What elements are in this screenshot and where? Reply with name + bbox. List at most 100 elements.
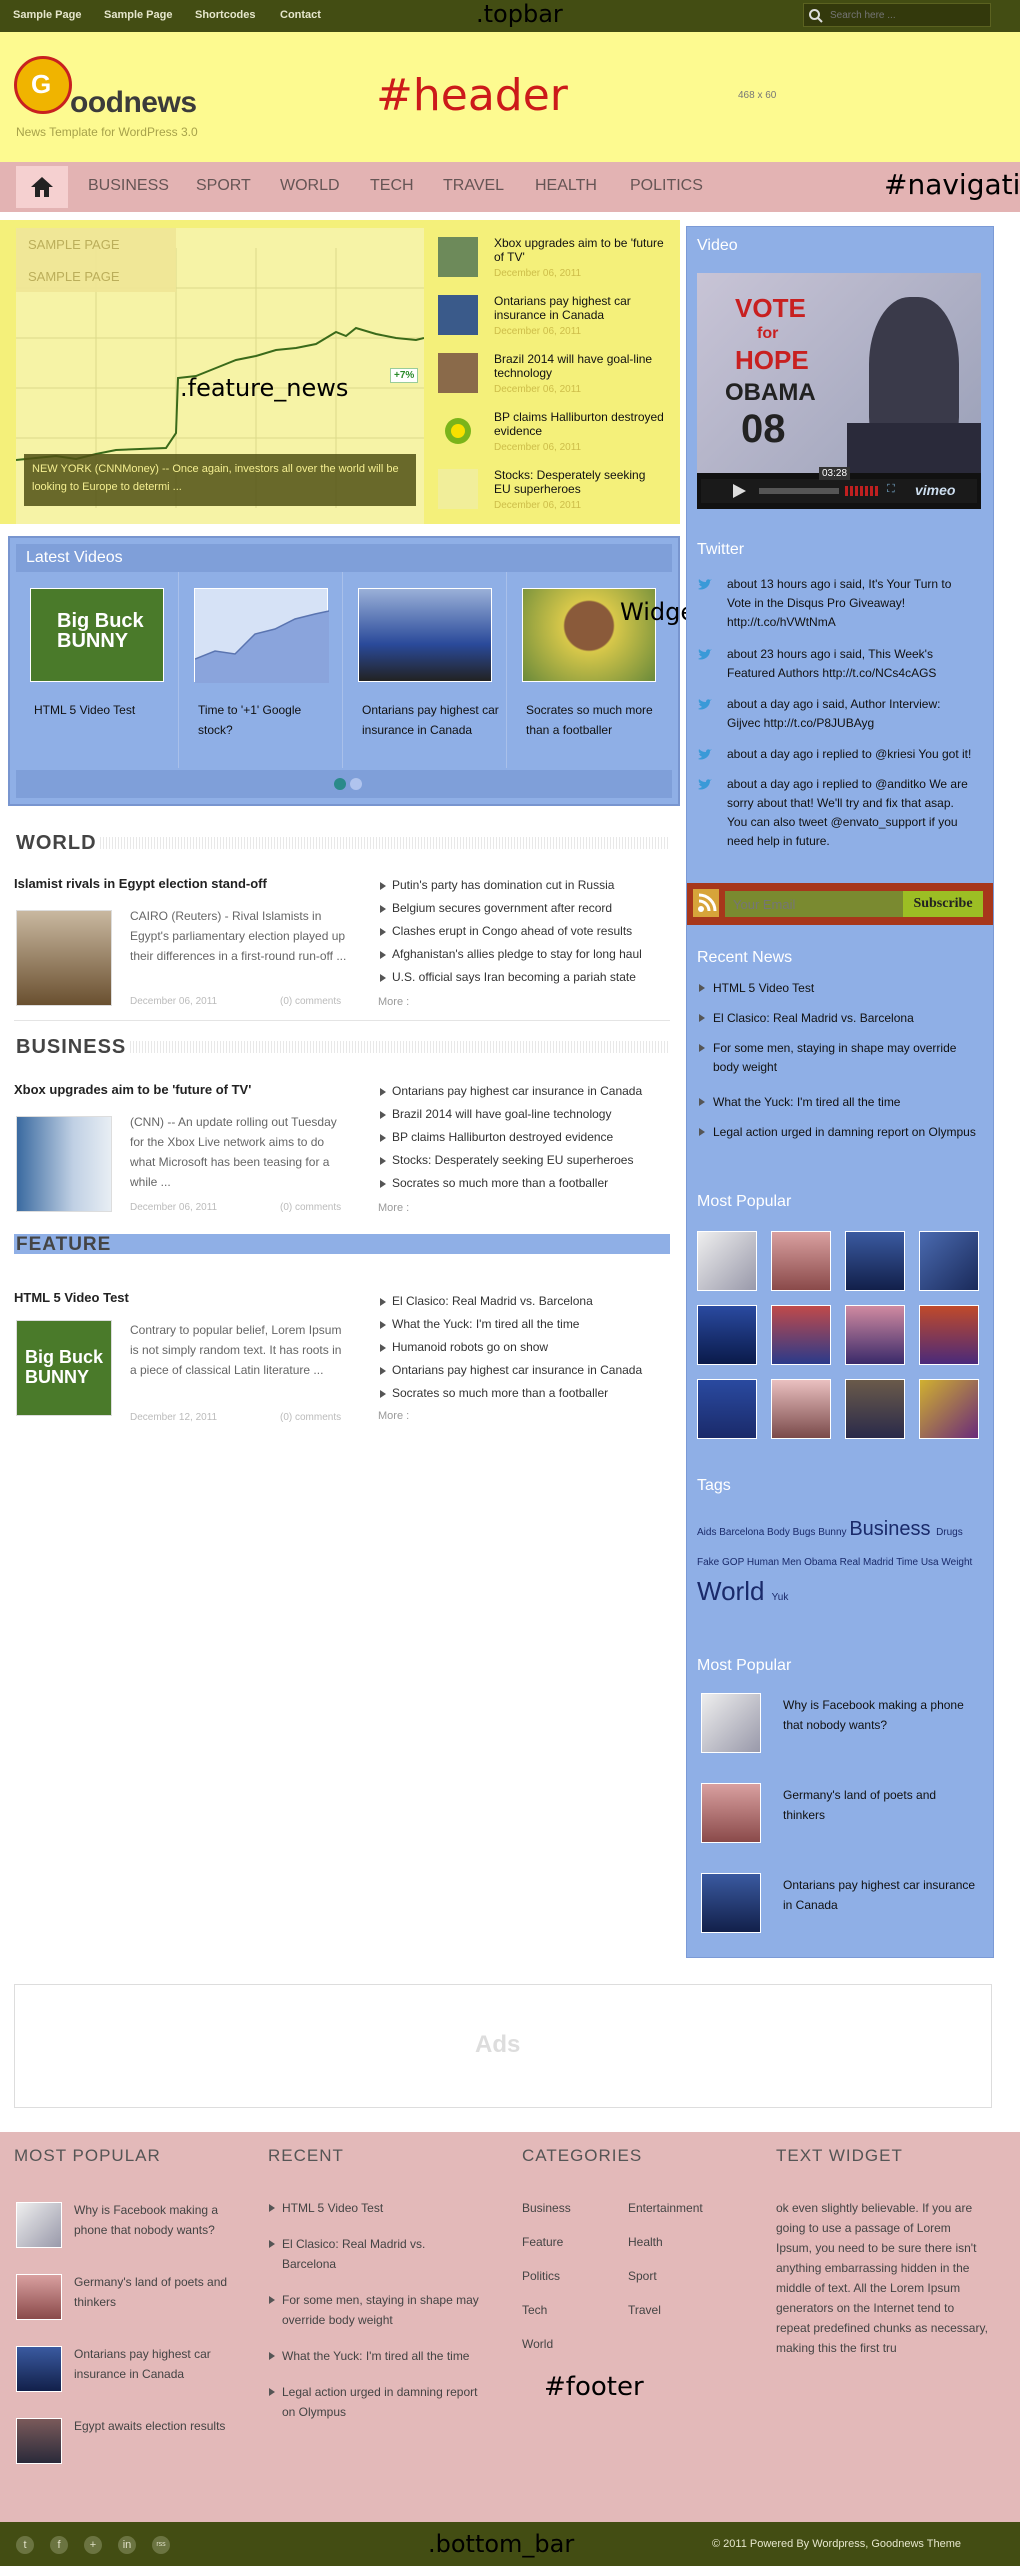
section-link[interactable]: Putin's party has domination cut in Russ…	[378, 878, 668, 901]
linkedin-icon[interactable]: in	[118, 2536, 136, 2554]
feature-list-item[interactable]: BP claims Halliburton destroyed evidence…	[438, 406, 666, 460]
tag-link[interactable]: Obama	[804, 1557, 840, 1568]
article-thumb[interactable]: Big Buck BUNNY	[16, 1320, 112, 1416]
subscribe-email-input[interactable]	[725, 891, 905, 917]
tag-link[interactable]: Men	[782, 1557, 804, 1568]
nav-business[interactable]: BUSINESS	[88, 177, 169, 195]
section-link[interactable]: Ontarians pay highest car insurance in C…	[378, 1363, 668, 1386]
subscribe-button[interactable]: Subscribe	[903, 891, 983, 917]
recent-news-link[interactable]: HTML 5 Video Test	[697, 979, 977, 998]
section-more-link[interactable]: More :	[378, 996, 409, 1008]
fullscreen-icon[interactable]: ⛶	[887, 483, 895, 496]
section-link[interactable]: Humanoid robots go on show	[378, 1340, 668, 1363]
popular-list-title[interactable]: Why is Facebook making a phone that nobo…	[783, 1695, 979, 1735]
footer-popular-link[interactable]: Egypt awaits election results	[74, 2416, 230, 2436]
article-comments[interactable]: (0) comments	[280, 1412, 341, 1423]
feature-list-item[interactable]: Brazil 2014 will have goal-line technolo…	[438, 348, 666, 402]
footer-recent-link[interactable]: Legal action urged in damning report on …	[268, 2382, 482, 2422]
section-link[interactable]: U.S. official says Iran becoming a paria…	[378, 970, 668, 993]
footer-category-link[interactable]: Tech	[522, 2300, 547, 2320]
vimeo-logo[interactable]: vimeo	[915, 482, 955, 498]
section-link[interactable]: Belgium secures government after record	[378, 901, 668, 924]
footer-recent-link[interactable]: HTML 5 Video Test	[268, 2198, 482, 2218]
tag-link[interactable]: Yuk	[772, 1592, 789, 1603]
popular-thumb[interactable]	[845, 1231, 905, 1291]
recent-news-link[interactable]: Legal action urged in damning report on …	[697, 1123, 977, 1142]
section-link[interactable]: Socrates so much more than a footballer	[378, 1386, 668, 1409]
section-link[interactable]: El Clasico: Real Madrid vs. Barcelona	[378, 1294, 668, 1317]
video-player[interactable]: VOTE for HOPE OBAMA 08 03:28 ⛶ vimeo	[697, 273, 981, 509]
recent-news-link[interactable]: What the Yuck: I'm tired all the time	[697, 1093, 977, 1112]
section-more-link[interactable]: More :	[378, 1202, 409, 1214]
nav-world[interactable]: WORLD	[280, 177, 340, 195]
tweet-text[interactable]: about a day ago i said, Author Interview…	[727, 697, 940, 730]
tag-link[interactable]: GOP	[722, 1557, 747, 1568]
popular-thumb[interactable]	[697, 1305, 757, 1365]
pager-dot-active[interactable]	[334, 778, 346, 790]
tweet-text[interactable]: about a day ago i replied to @anditko We…	[727, 777, 968, 848]
tag-link[interactable]: Weight	[941, 1557, 972, 1568]
topbar-link-sample-page[interactable]: Sample Page	[13, 9, 81, 21]
tag-link[interactable]: Real Madrid	[840, 1557, 897, 1568]
article-comments[interactable]: (0) comments	[280, 996, 341, 1007]
nav-dropdown-item-1[interactable]: SAMPLE PAGE	[16, 228, 176, 260]
rss-icon[interactable]	[693, 889, 719, 917]
feature-list-item[interactable]: Ontarians pay highest car insurance in C…	[438, 290, 666, 344]
logo-text[interactable]: oodnews	[70, 86, 197, 120]
nav-travel[interactable]: TRAVEL	[443, 177, 504, 195]
footer-category-link[interactable]: Health	[628, 2232, 663, 2252]
ads-box[interactable]: Ads	[14, 1984, 992, 2108]
footer-popular-thumb[interactable]	[16, 2346, 62, 2392]
nav-tech[interactable]: TECH	[370, 177, 414, 195]
logo-mark[interactable]: G	[14, 56, 72, 114]
nav-health[interactable]: HEALTH	[535, 177, 597, 195]
footer-popular-thumb[interactable]	[16, 2274, 62, 2320]
footer-popular-link[interactable]: Ontarians pay highest car insurance in C…	[74, 2344, 230, 2384]
video-card[interactable]: Time to '+1' Google stock?	[178, 588, 338, 740]
tag-link[interactable]: Human	[747, 1557, 782, 1568]
popular-thumb[interactable]	[919, 1231, 979, 1291]
tag-link[interactable]: Usa	[921, 1557, 942, 1568]
google-plus-icon[interactable]: +	[84, 2536, 102, 2554]
popular-thumb[interactable]	[845, 1379, 905, 1439]
recent-news-link[interactable]: For some men, staying in shape may overr…	[697, 1039, 977, 1077]
footer-popular-link[interactable]: Germany's land of poets and thinkers	[74, 2272, 230, 2312]
volume-icon[interactable]	[845, 486, 879, 496]
tweet-text[interactable]: about 23 hours ago i said, This Week's F…	[727, 647, 936, 680]
facebook-icon[interactable]: f	[50, 2536, 68, 2554]
nav-home[interactable]	[16, 166, 68, 208]
section-link[interactable]: Ontarians pay highest car insurance in C…	[378, 1084, 668, 1107]
footer-category-link[interactable]: Sport	[628, 2266, 657, 2286]
tag-link[interactable]: Aids	[697, 1527, 719, 1538]
popular-thumb[interactable]	[771, 1379, 831, 1439]
article-thumb[interactable]	[16, 1116, 112, 1212]
article-comments[interactable]: (0) comments	[280, 1202, 341, 1213]
tag-link[interactable]: Drugs	[936, 1527, 963, 1538]
footer-popular-link[interactable]: Why is Facebook making a phone that nobo…	[74, 2200, 230, 2240]
section-link[interactable]: Socrates so much more than a footballer	[378, 1176, 668, 1199]
popular-thumb[interactable]	[845, 1305, 905, 1365]
tag-link[interactable]: World	[697, 1576, 772, 1606]
section-link[interactable]: Clashes erupt in Congo ahead of vote res…	[378, 924, 668, 947]
footer-recent-link[interactable]: El Clasico: Real Madrid vs. Barcelona	[268, 2234, 482, 2274]
tag-link[interactable]: Bugs Bunny	[793, 1527, 850, 1538]
section-link[interactable]: BP claims Halliburton destroyed evidence	[378, 1130, 668, 1153]
nav-sport[interactable]: SPORT	[196, 177, 251, 195]
recent-news-link[interactable]: El Clasico: Real Madrid vs. Barcelona	[697, 1009, 977, 1028]
article-thumb[interactable]	[16, 910, 112, 1006]
topbar-link-sample-page-2[interactable]: Sample Page	[104, 9, 172, 21]
feature-list-item[interactable]: Xbox upgrades aim to be 'future of TV' D…	[438, 232, 666, 286]
section-link[interactable]: Brazil 2014 will have goal-line technolo…	[378, 1107, 668, 1130]
footer-category-link[interactable]: World	[522, 2334, 553, 2354]
section-more-link[interactable]: More :	[378, 1410, 409, 1422]
tag-link[interactable]: Barcelona	[719, 1527, 767, 1538]
tag-link[interactable]: Fake	[697, 1557, 722, 1568]
search-input[interactable]	[830, 7, 988, 23]
article-title[interactable]: HTML 5 Video Test	[14, 1290, 129, 1305]
popular-list-thumb[interactable]	[701, 1783, 761, 1843]
tag-link[interactable]: Time	[896, 1557, 921, 1568]
tweet-text[interactable]: about a day ago i replied to @kriesi You…	[727, 747, 971, 761]
popular-thumb[interactable]	[771, 1231, 831, 1291]
footer-category-link[interactable]: Business	[522, 2198, 571, 2218]
footer-popular-thumb[interactable]	[16, 2202, 62, 2248]
